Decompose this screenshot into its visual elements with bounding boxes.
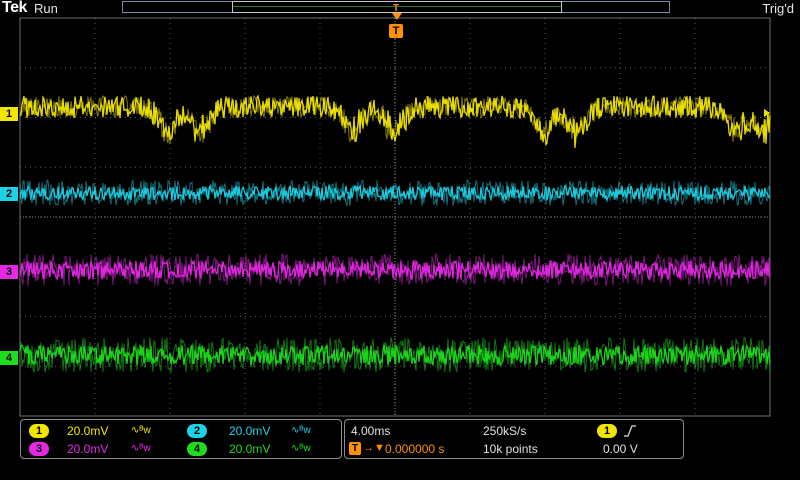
readout-bar: 1 20.0mV ∿ᴮw 2 20.0mV ∿ᴮw 3 20.0mV ∿ᴮw 4… <box>0 418 800 480</box>
trigger-delay[interactable]: 0.000000 s <box>385 442 444 456</box>
channel-1-scale[interactable]: 20.0mV <box>67 424 108 438</box>
channel-2-bandwidth-icon: ∿ᴮw <box>291 425 311 436</box>
status-bar: Tek Run T Trig'd <box>0 0 800 20</box>
acquisition-state[interactable]: Run <box>34 1 58 16</box>
channel-3-bandwidth-icon: ∿ᴮw <box>131 443 151 454</box>
record-length[interactable]: 10k points <box>483 442 538 456</box>
trigger-status: Trig'd <box>762 1 794 16</box>
channel-2-scale[interactable]: 20.0mV <box>229 424 270 438</box>
trigger-level-marker <box>764 109 770 117</box>
channel-4-bandwidth-icon: ∿ᴮw <box>291 443 311 454</box>
sample-rate: 250kS/s <box>483 424 527 438</box>
brand-logo: Tek <box>2 0 27 16</box>
channel-1-badge[interactable]: 1 <box>29 424 49 438</box>
trigger-delay-arrow-icon: →▼ <box>363 442 385 454</box>
channel-3-marker[interactable]: 3 <box>0 265 18 279</box>
trigger-source-badge[interactable]: 1 <box>597 424 617 438</box>
channel-4-badge[interactable]: 4 <box>187 442 207 456</box>
trigger-arrow-icon <box>392 13 402 20</box>
channel-4-marker[interactable]: 4 <box>0 351 18 365</box>
rising-edge-icon <box>624 425 636 437</box>
timebase-readout-panel: 4.00ms 250kS/s 1 T →▼ 0.000000 s 10k poi… <box>344 419 684 459</box>
channel-2-marker[interactable]: 2 <box>0 187 18 201</box>
horizontal-scale[interactable]: 4.00ms <box>351 424 390 438</box>
trigger-level[interactable]: 0.00 V <box>603 442 638 456</box>
channel-3-badge[interactable]: 3 <box>29 442 49 456</box>
trigger-delay-t-icon: T <box>349 442 361 455</box>
channel-1-bandwidth-icon: ∿ᴮw <box>131 425 151 436</box>
channel-4-scale[interactable]: 20.0mV <box>229 442 270 456</box>
channel-readout-panel: 1 20.0mV ∿ᴮw 2 20.0mV ∿ᴮw 3 20.0mV ∿ᴮw 4… <box>20 419 342 459</box>
trigger-point-marker[interactable]: T <box>389 24 403 38</box>
waveform-display[interactable] <box>0 0 800 418</box>
channel-1-marker[interactable]: 1 <box>0 107 18 121</box>
channel-2-badge[interactable]: 2 <box>187 424 207 438</box>
channel-3-scale[interactable]: 20.0mV <box>67 442 108 456</box>
